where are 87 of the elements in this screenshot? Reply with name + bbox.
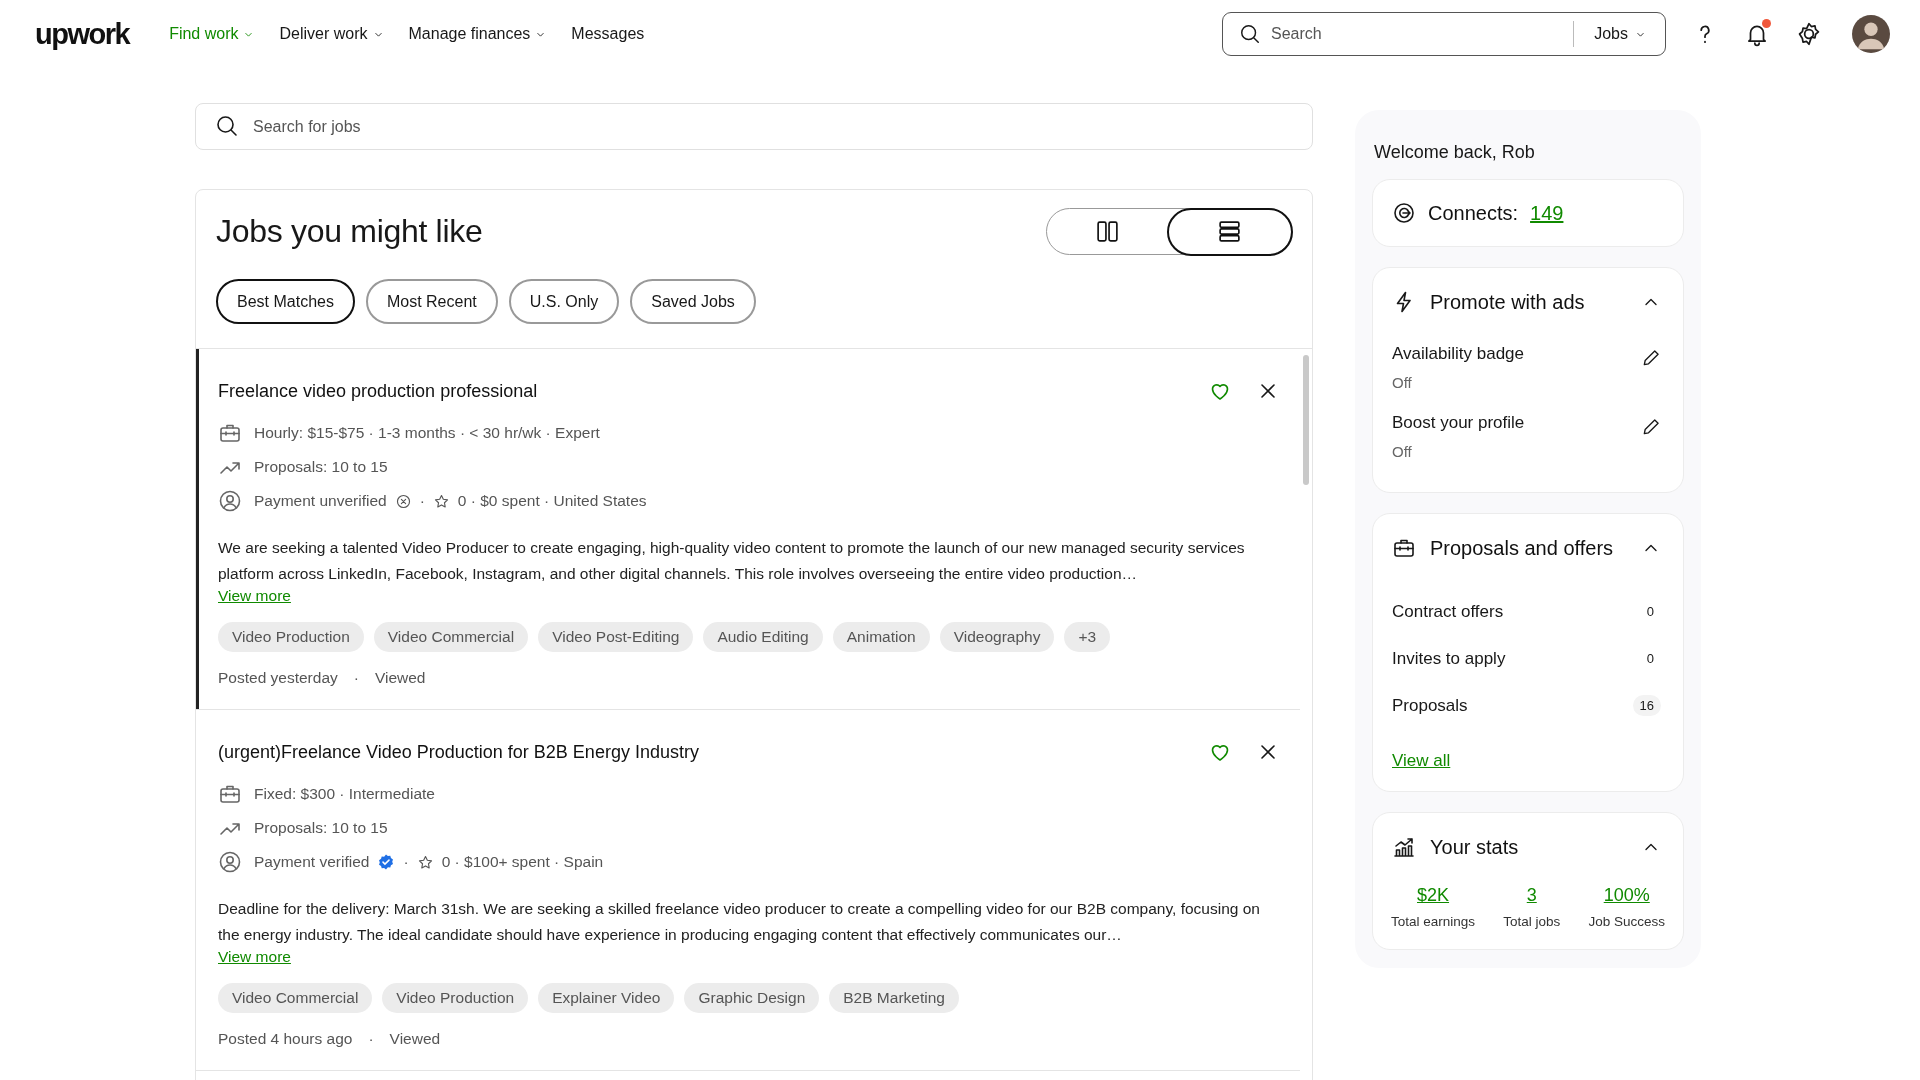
count-label: 0 <box>1645 650 1655 668</box>
connects-label: Connects: <box>1428 201 1519 225</box>
columns-icon <box>1095 219 1121 244</box>
setting-status: Off <box>1392 374 1413 391</box>
filter-tab[interactable]: Saved Jobs <box>630 279 756 324</box>
star-icon <box>432 492 450 510</box>
separator-dot: · <box>403 853 409 871</box>
skill-tag[interactable]: Explainer Video <box>538 983 675 1013</box>
proposals-count: Proposals: 10 to 15 <box>254 458 388 476</box>
filter-tab[interactable]: Best Matches <box>216 279 355 324</box>
edit-icon[interactable] <box>1641 348 1661 368</box>
search-field[interactable]: Search Jobs <box>1222 12 1666 56</box>
nav-link[interactable]: Deliver work <box>279 25 385 43</box>
view-more-link[interactable]: View more <box>218 948 291 966</box>
setting-name: Boost your profile <box>1392 413 1526 433</box>
filter-tab[interactable]: Most Recent <box>365 279 498 324</box>
payment-status: Payment unverified <box>254 492 387 510</box>
settings-icon[interactable] <box>1796 21 1822 47</box>
skill-tag[interactable]: Video Production <box>218 622 364 652</box>
skill-tag[interactable]: +3 <box>1064 622 1111 652</box>
posted-info: · <box>353 669 359 687</box>
filter-tab[interactable]: U.S. Only <box>508 279 620 324</box>
nav-link[interactable]: Messages <box>571 25 645 43</box>
search-icon <box>1239 23 1261 45</box>
skill-tag[interactable]: Audio Editing <box>703 622 823 652</box>
stat-label: Total jobs <box>1503 914 1561 929</box>
card-title: Proposals and offers <box>1430 536 1615 560</box>
user-icon <box>218 850 242 874</box>
skill-tag[interactable]: Videography <box>939 622 1055 652</box>
connects-count-link[interactable]: 149 <box>1530 201 1564 225</box>
job-card[interactable] <box>196 349 1300 710</box>
payment-status: Payment verified <box>254 853 370 871</box>
count-label: 0 <box>1645 603 1655 621</box>
client-info: 0 · $0 spent · United States <box>457 492 647 510</box>
user-icon <box>218 489 242 513</box>
chart-icon <box>1392 835 1416 859</box>
posted-info: Viewed <box>389 1030 441 1048</box>
posted-info: · <box>368 1030 374 1048</box>
search-icon <box>215 114 239 138</box>
job-title[interactable]: Freelance video production professional <box>218 380 1184 402</box>
job-description: We are seeking a talented Video Producer to create engaging, high-quality video content to promote the launch of our new managed security services platform across LinkedIn, Facebook, Instagram, and other digital channels. This role involves overseeing the entire video production… <box>218 538 1246 584</box>
stat-value-link[interactable]: 100% <box>1603 885 1650 906</box>
card-title: Promote with ads <box>1430 290 1586 314</box>
skill-tag[interactable]: Video Commercial <box>373 622 529 652</box>
setting-name: Availability badge <box>1392 344 1525 364</box>
edit-icon[interactable] <box>1641 417 1661 437</box>
posted-info: Posted yesterday <box>218 669 338 687</box>
job-terms: Hourly: $15-$75 · 1-3 months · < 30 hr/wk · Expert <box>254 424 600 442</box>
stat-value-link[interactable]: $2K <box>1417 885 1450 906</box>
view-all-link[interactable]: View all <box>1392 751 1451 771</box>
client-info: 0 · $100+ spent · Spain <box>441 853 604 871</box>
list-view-button[interactable] <box>1167 207 1293 256</box>
welcome-text: Welcome back, Rob <box>1374 142 1536 163</box>
stat-label: Job Success <box>1588 914 1665 929</box>
view-more-link[interactable]: View more <box>218 587 291 605</box>
connects-icon <box>1392 201 1416 225</box>
nav-link[interactable]: Manage finances <box>408 25 548 43</box>
section-title: Jobs you might like <box>216 213 483 250</box>
skill-tag[interactable]: Video Production <box>382 983 529 1013</box>
list-item[interactable]: Proposals 16 <box>1392 682 1661 729</box>
setting-status: Off <box>1392 443 1413 460</box>
job-search-field[interactable]: Search for jobs <box>195 103 1313 150</box>
job-terms: Fixed: $300 · Intermediate <box>254 785 435 803</box>
separator-dot: · <box>419 492 425 510</box>
job-title[interactable]: (urgent)Freelance Video Production for B2B Energy Industry <box>218 741 1184 763</box>
list-item[interactable]: Invites to apply 0 <box>1392 635 1661 682</box>
card-title: Your stats <box>1430 835 1520 859</box>
skill-tag[interactable]: Video Post-Editing <box>538 622 694 652</box>
scope-dropdown[interactable]: Jobs <box>1573 21 1647 47</box>
posted-info: Posted 4 hours ago <box>218 1030 353 1048</box>
scrollbar-thumb[interactable] <box>1303 355 1309 485</box>
count-label: 16 <box>1632 695 1661 716</box>
list-icon <box>1217 219 1243 244</box>
skill-tag[interactable]: Animation <box>832 622 930 652</box>
star-icon <box>416 853 434 871</box>
stat-value-link[interactable]: 3 <box>1526 885 1537 906</box>
stat-label: Total earnings <box>1391 914 1476 929</box>
upwork-logo[interactable]: upwork <box>35 17 130 51</box>
proposals-count: Proposals: 10 to 15 <box>254 819 388 837</box>
posted-info: Viewed <box>374 669 426 687</box>
skill-tag[interactable]: Graphic Design <box>684 983 820 1013</box>
job-description: Deadline for the delivery: March 31sh. We are seeking a skilled freelance video producer to create a compelling video for our B2B company, focusing on the energy industry. The ideal candidate should have experience in producing engaging content that effectively communicates our… <box>218 899 1261 945</box>
nav-link[interactable]: Find work <box>169 25 256 43</box>
skill-tag[interactable]: Video Commercial <box>218 983 373 1013</box>
skill-tag[interactable]: B2B Marketing <box>829 983 959 1013</box>
avatar[interactable] <box>1852 15 1890 53</box>
list-item[interactable]: Contract offers 0 <box>1392 588 1661 635</box>
